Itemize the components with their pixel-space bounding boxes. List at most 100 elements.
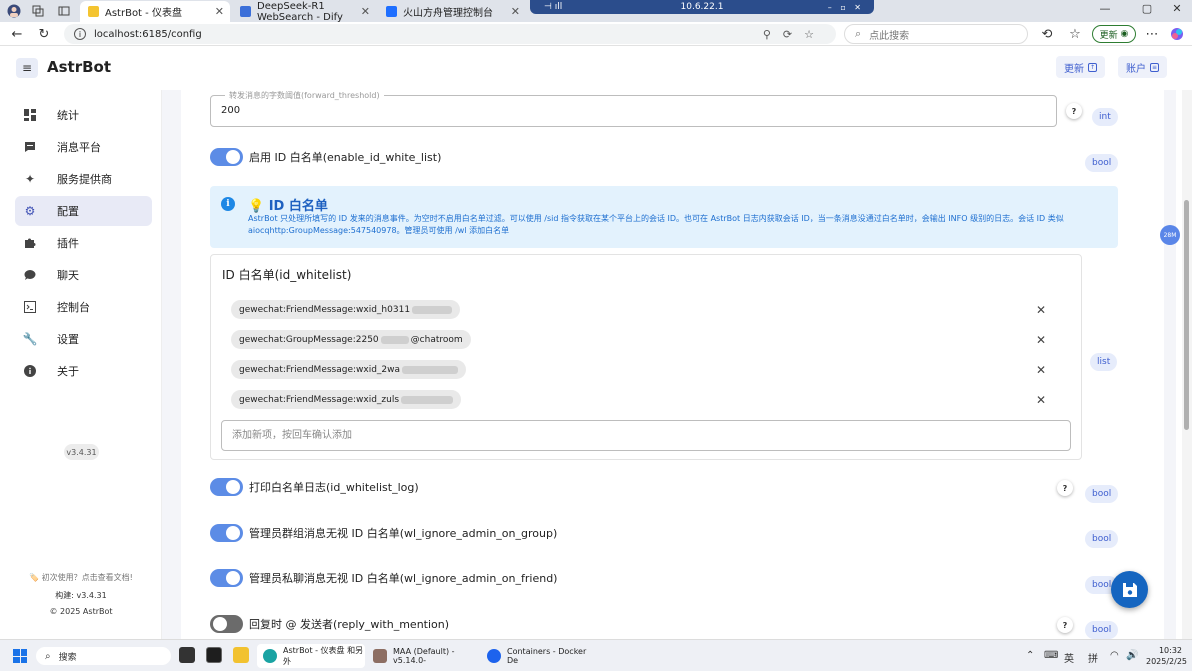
site-info-icon[interactable]: i (74, 28, 86, 40)
version-chip: v3.4.31 (64, 444, 99, 460)
id-whitelist-log-toggle[interactable] (210, 478, 243, 496)
alert-text: AstrBot 只处理所填写的 ID 发来的消息事件。为空时不启用白名单过滤。可… (248, 214, 1064, 235)
list-title: ID 白名单(id_whitelist) (222, 268, 352, 282)
menu-toggle-button[interactable]: ≡ (16, 58, 38, 78)
close-tab-icon[interactable]: ✕ (215, 5, 224, 18)
scrollbar-thumb[interactable] (1184, 200, 1189, 430)
ime-language[interactable]: 英 (1064, 650, 1074, 665)
sidebar-item-settings[interactable]: 🔧 设置 (15, 324, 152, 354)
close-tab-icon[interactable]: ✕ (361, 5, 370, 18)
save-button[interactable] (1111, 571, 1148, 608)
close-tab-icon[interactable]: ✕ (511, 5, 520, 18)
remove-entry-icon[interactable]: ✕ (1035, 393, 1047, 407)
sidebar-item-plugins[interactable]: 插件 (15, 228, 152, 258)
minimize-icon[interactable]: — (1090, 2, 1120, 15)
remote-host: 10.6.22.1 (680, 2, 724, 12)
sidebar-item-chat[interactable]: 聊天 (15, 260, 152, 290)
taskbar-window-docker[interactable]: Containers - Docker De (481, 644, 589, 668)
sidebar-item-platforms[interactable]: 消息平台 (15, 132, 152, 162)
maximize-icon[interactable]: ▢ (1132, 2, 1162, 15)
address-actions-icon[interactable]: ⚲⟳☆ (763, 28, 826, 41)
browser-search-box[interactable]: ⌕ 点此搜索 (844, 24, 1028, 44)
sidebar-item-providers[interactable]: ✦ 服务提供商 (15, 164, 152, 194)
taskbar-window-maa[interactable]: MAA (Default) - v5.14.0- (367, 644, 479, 668)
wl-ignore-admin-on-friend-toggle[interactable] (210, 569, 243, 587)
keyboard-icon[interactable]: ⌨ (1044, 650, 1058, 661)
sidebar-item-about[interactable]: 关于 (15, 356, 152, 386)
remove-entry-icon[interactable]: ✕ (1035, 363, 1047, 377)
taskbar-search[interactable]: ⌕ 搜索 (36, 647, 171, 665)
extensions-icon[interactable]: ⟲ (1038, 25, 1056, 43)
profile-avatar-icon[interactable] (6, 3, 22, 19)
info-circle-icon: i (221, 197, 235, 211)
task-view-icon[interactable] (179, 647, 195, 663)
favorites-icon[interactable]: ☆ (1066, 25, 1084, 43)
reply-with-mention-toggle[interactable] (210, 615, 243, 633)
id-whitelist-log-row: 打印白名单日志(id_whitelist_log) (210, 477, 419, 497)
docker-icon (487, 649, 501, 663)
forward-threshold-field[interactable]: 转发消息的字数阈值(forward_threshold) 200 (210, 90, 1057, 127)
maa-icon (373, 649, 387, 663)
remove-entry-icon[interactable]: ✕ (1035, 333, 1047, 347)
volume-icon[interactable]: 🔊 (1126, 650, 1138, 661)
header-update-button[interactable]: 更新 ↑ (1056, 56, 1105, 78)
tray-chevron-icon[interactable]: ⌃ (1026, 650, 1034, 661)
taskbar-window-edge[interactable]: AstrBot - 仪表盘 和另外 (257, 644, 365, 668)
help-icon[interactable]: ? (1066, 103, 1082, 119)
help-icon[interactable]: ? (1057, 617, 1073, 633)
remove-entry-icon[interactable]: ✕ (1035, 303, 1047, 317)
url-text: localhost:6185/config (94, 28, 202, 40)
more-options-icon[interactable]: ⋯ (1143, 25, 1161, 43)
wifi-icon[interactable]: ◠ (1110, 650, 1119, 661)
wl-ignore-admin-on-group-toggle[interactable] (210, 524, 243, 542)
toggle-knob (226, 526, 240, 540)
terminal-icon[interactable] (206, 647, 222, 663)
wl-ignore-admin-on-group-row: 管理员群组消息无视 ID 白名单(wl_ignore_admin_on_grou… (210, 523, 557, 543)
memory-badge[interactable]: 28M (1160, 225, 1180, 245)
account-button[interactable]: 账户 ≡ (1118, 56, 1167, 78)
back-icon[interactable]: ← (8, 25, 26, 43)
update-icon: ↑ (1088, 62, 1097, 72)
whitelist-entry: gewechat:FriendMessage:wxid_h0311 (231, 300, 461, 319)
sidebar-item-config[interactable]: ⚙ 配置 (15, 196, 152, 226)
close-window-icon[interactable]: ✕ (1162, 2, 1192, 15)
add-entry-input[interactable] (223, 422, 1069, 449)
tab-volcengine[interactable]: 火山方舟管理控制台 ✕ (378, 1, 526, 22)
type-chip: list (1090, 353, 1118, 371)
windows-taskbar: ⌕ 搜索 AstrBot - 仪表盘 和另外 MAA (Default) - v… (0, 639, 1192, 671)
astrbot-app: ≡ AstrBot 更新 ↑ 账户 ≡ 统计 消息平台 ✦ 服务提供商 ⚙ 配置… (0, 46, 1192, 639)
refresh-icon[interactable]: ↻ (35, 25, 53, 43)
toggle-knob (213, 617, 227, 631)
hamburger-icon: ≡ (21, 61, 33, 75)
whitelist-entry: gewechat:FriendMessage:wxid_2wa (231, 360, 467, 379)
copilot-icon[interactable] (1168, 25, 1186, 43)
redacted-text (380, 335, 409, 344)
pin-icon[interactable]: ⊣ ıll (544, 2, 562, 12)
page-scrollbar[interactable] (1182, 90, 1192, 639)
browser-update-button[interactable]: 更新 ◉ (1092, 25, 1136, 43)
ime-mode[interactable]: 拼 (1088, 650, 1098, 665)
help-icon[interactable]: ? (1057, 480, 1073, 496)
astrbot-favicon-icon (88, 6, 99, 17)
field-label: 转发消息的字数阈值(forward_threshold) (225, 90, 384, 101)
file-explorer-icon[interactable] (233, 647, 249, 663)
workspaces-icon[interactable] (30, 3, 46, 19)
docs-link[interactable]: 🏷️ 初次使用？点击查看文档! (0, 572, 162, 583)
redacted-text (401, 395, 454, 404)
start-button[interactable] (13, 649, 27, 663)
tab-astrbot[interactable]: AstrBot - 仪表盘 ✕ (80, 1, 230, 22)
message-icon (23, 140, 37, 154)
sidebar-item-console[interactable]: 控制台 (15, 292, 152, 322)
reply-with-mention-row: 回复时 @ 发送者(reply_with_mention) (210, 614, 449, 634)
sidebar-item-stats[interactable]: 统计 (15, 100, 152, 130)
tab-actions-icon[interactable] (56, 3, 72, 19)
remote-desktop-bar: ⊣ ıll 10.6.22.1 – ▫ ✕ (530, 0, 874, 14)
tab-dify[interactable]: DeepSeek-R1 WebSearch - Dify ✕ (232, 1, 376, 23)
enable-id-white-list-toggle[interactable] (210, 148, 243, 166)
system-clock[interactable]: 10:32 2025/2/25 (1146, 645, 1187, 667)
redacted-text (402, 365, 459, 374)
type-chip: int (1092, 108, 1118, 126)
address-bar[interactable]: i localhost:6185/config ⚲⟳☆ (64, 24, 836, 44)
chat-icon (23, 268, 37, 282)
remote-window-controls[interactable]: – ▫ ✕ (828, 3, 864, 12)
